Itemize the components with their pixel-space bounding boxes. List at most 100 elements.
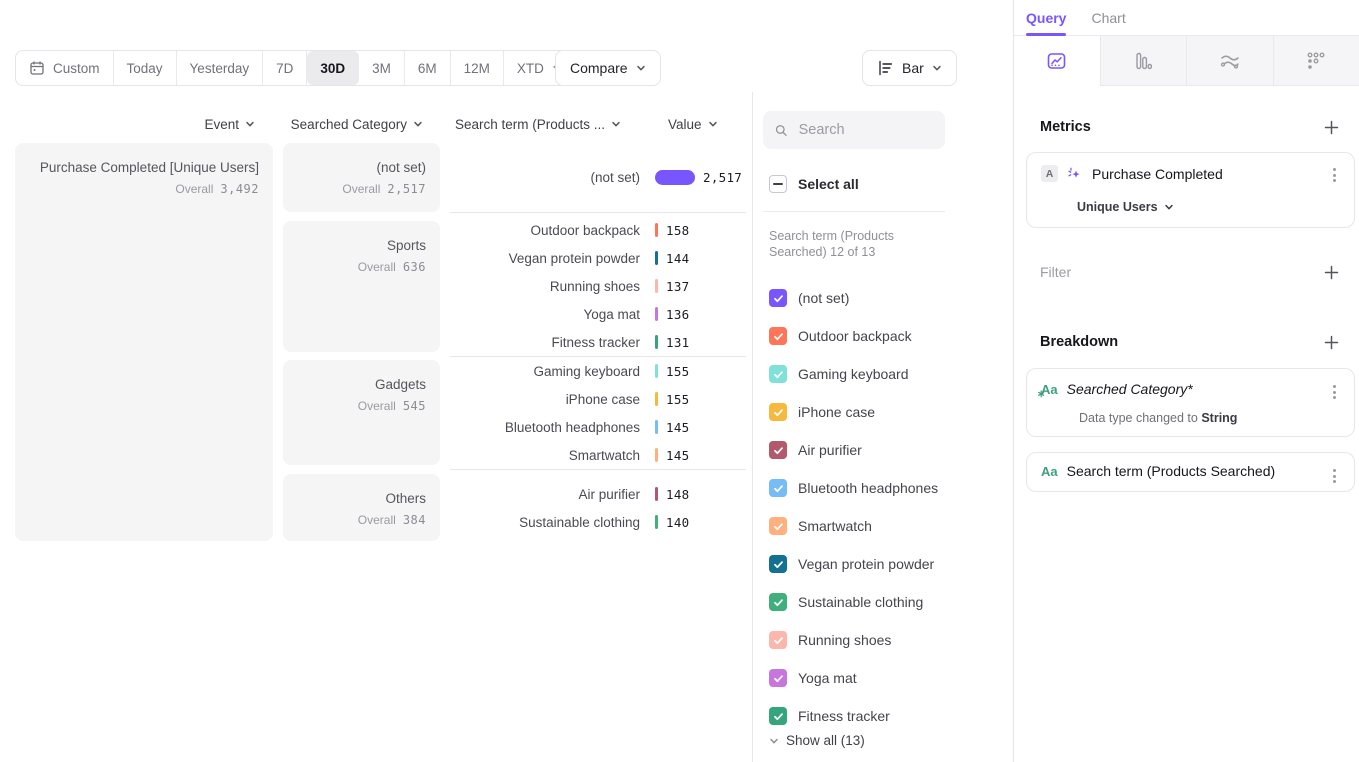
filter-item[interactable]: Bluetooth headphones [769, 469, 946, 507]
filter-item[interactable]: Vegan protein powder [769, 545, 946, 583]
filter-checkbox[interactable] [769, 631, 787, 649]
report-tab-flows[interactable] [1187, 36, 1274, 86]
search-term-row[interactable]: Vegan protein powder144 [450, 244, 750, 272]
show-all-toggle[interactable]: Show all (13) [769, 733, 865, 748]
add-filter-button[interactable] [1324, 265, 1339, 280]
select-all-row[interactable]: Select all [769, 175, 859, 193]
filter-item-label: Sustainable clothing [798, 594, 923, 610]
filter-checkbox[interactable] [769, 517, 787, 535]
category-cell[interactable]: SportsOverall636 [283, 221, 440, 352]
column-header-value[interactable]: Value [668, 114, 718, 134]
date-range-yesterday[interactable]: Yesterday [177, 51, 264, 85]
breakdown-card-search-term[interactable]: Aa Search term (Products Searched) [1026, 452, 1355, 492]
filter-checkbox[interactable] [769, 479, 787, 497]
column-header-searched-category[interactable]: Searched Category [283, 114, 423, 134]
filter-section-header: Filter [1040, 264, 1339, 280]
check-icon [773, 483, 784, 494]
date-range-12m[interactable]: 12M [451, 51, 504, 85]
filter-item[interactable]: (not set) [769, 279, 946, 317]
filter-item[interactable]: Air purifier [769, 431, 946, 469]
search-term-row[interactable]: Fitness tracker131 [450, 328, 750, 356]
select-all-checkbox[interactable] [769, 175, 787, 193]
search-term-row[interactable]: Yoga mat136 [450, 300, 750, 328]
add-breakdown-button[interactable] [1324, 335, 1339, 350]
date-range-6m[interactable]: 6M [405, 51, 451, 85]
search-box[interactable] [763, 111, 945, 149]
group-divider [450, 212, 746, 213]
filter-checkbox[interactable] [769, 365, 787, 383]
date-range-today[interactable]: Today [114, 51, 177, 85]
search-term-row[interactable]: Bluetooth headphones145 [450, 413, 750, 441]
check-icon [773, 521, 784, 532]
event-name: Purchase Completed [Unique Users] [15, 160, 259, 175]
filter-item[interactable]: Smartwatch [769, 507, 946, 545]
search-icon [775, 123, 788, 138]
measure-selector[interactable]: Unique Users [1077, 200, 1174, 214]
filter-list-label: Search term (Products Searched) 12 of 13 [769, 228, 937, 260]
breakdown-row: ∗Aa Searched Category* [1041, 381, 1193, 397]
value-bar [655, 279, 658, 293]
filter-item[interactable]: Fitness tracker [769, 697, 946, 735]
filter-checkbox[interactable] [769, 441, 787, 459]
filter-checkbox[interactable] [769, 707, 787, 725]
chart-type-button[interactable]: Bar [862, 50, 957, 86]
filter-item[interactable]: Running shoes [769, 621, 946, 659]
column-header-event[interactable]: Event [15, 114, 255, 134]
filter-checkbox[interactable] [769, 593, 787, 611]
date-range-custom[interactable]: Custom [16, 51, 114, 85]
metric-options-button[interactable] [1330, 165, 1339, 185]
date-range-7d[interactable]: 7D [263, 51, 307, 85]
metric-card[interactable]: A Purchase Completed Unique Users [1026, 152, 1355, 228]
term-label: Yoga mat [450, 307, 640, 322]
date-range-3m[interactable]: 3M [359, 51, 405, 85]
search-term-row[interactable]: Outdoor backpack158 [450, 216, 750, 244]
chart-type-label: Bar [902, 60, 924, 76]
search-term-row[interactable]: Gaming keyboard155 [450, 357, 750, 385]
breakdown-options-button[interactable] [1330, 466, 1339, 486]
filter-checkbox[interactable] [769, 327, 787, 345]
report-tab-funnels[interactable] [1101, 36, 1188, 86]
group-divider [450, 356, 746, 357]
report-tab-insights[interactable] [1014, 36, 1101, 86]
add-metric-button[interactable] [1324, 120, 1339, 135]
category-cell[interactable]: GadgetsOverall545 [283, 360, 440, 465]
search-term-row[interactable]: Smartwatch145 [450, 441, 750, 469]
search-term-row[interactable]: (not set)2,517 [450, 163, 750, 191]
column-header-search-term[interactable]: Search term (Products ... [455, 114, 621, 134]
filter-item[interactable]: iPhone case [769, 393, 946, 431]
term-label: Gaming keyboard [450, 364, 640, 379]
filter-checkbox[interactable] [769, 289, 787, 307]
check-icon [773, 369, 784, 380]
filter-checkbox[interactable] [769, 669, 787, 687]
check-icon [773, 331, 784, 342]
show-all-label: Show all (13) [786, 733, 865, 748]
term-row-group: (not set)2,517 [450, 163, 750, 191]
filter-checkbox[interactable] [769, 403, 787, 421]
filter-checkbox[interactable] [769, 555, 787, 573]
check-icon [773, 445, 784, 456]
date-range-30d[interactable]: 30D [307, 51, 359, 85]
search-term-row[interactable]: iPhone case155 [450, 385, 750, 413]
value-bar [655, 170, 695, 185]
tab-query[interactable]: Query [1026, 10, 1066, 26]
compare-button[interactable]: Compare [555, 50, 661, 86]
check-icon [773, 711, 784, 722]
tab-chart[interactable]: Chart [1091, 10, 1125, 26]
category-cell[interactable]: OthersOverall384 [283, 474, 440, 541]
chevron-down-icon [708, 119, 718, 129]
search-term-row[interactable]: Running shoes137 [450, 272, 750, 300]
breakdown-card-searched-category[interactable]: ∗Aa Searched Category* Data type changed… [1026, 368, 1355, 437]
category-cell[interactable]: (not set)Overall2,517 [283, 143, 440, 212]
search-term-row[interactable]: Sustainable clothing140 [450, 508, 750, 536]
value-bar [655, 307, 658, 321]
search-term-row[interactable]: Air purifier148 [450, 480, 750, 508]
breakdown-options-button[interactable] [1330, 382, 1339, 402]
panel-divider [752, 92, 753, 762]
event-cell[interactable]: Purchase Completed [Unique Users] Overal… [15, 143, 273, 541]
filter-item[interactable]: Sustainable clothing [769, 583, 946, 621]
filter-item[interactable]: Outdoor backpack [769, 317, 946, 355]
search-input[interactable] [797, 121, 933, 139]
filter-item[interactable]: Yoga mat [769, 659, 946, 697]
filter-item[interactable]: Gaming keyboard [769, 355, 946, 393]
report-tab-retention[interactable] [1274, 36, 1359, 86]
